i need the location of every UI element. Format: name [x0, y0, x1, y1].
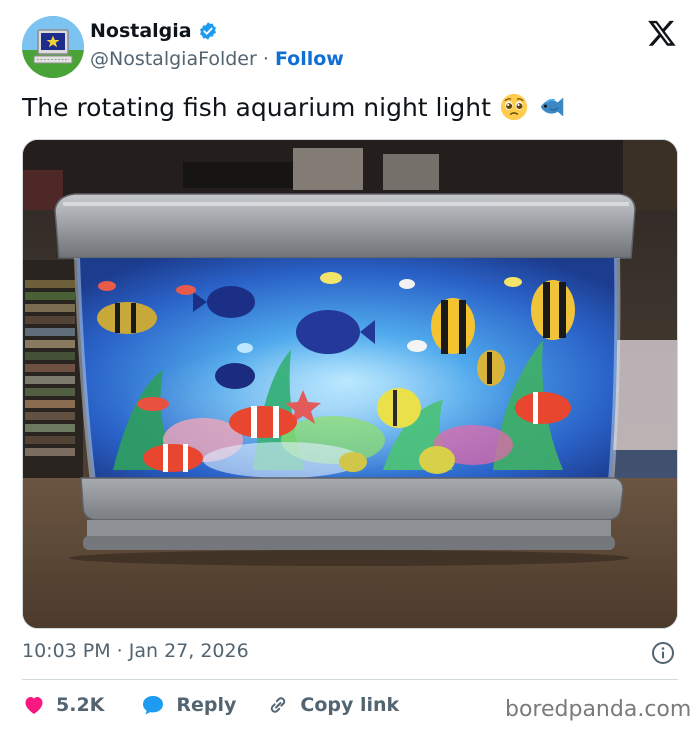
reply-button[interactable]: Reply — [140, 693, 236, 717]
retro-computer-avatar-icon — [22, 16, 84, 78]
fish-emoji-icon — [540, 97, 564, 117]
heart-icon — [25, 697, 43, 714]
separator-dot: · — [262, 48, 269, 70]
link-icon — [271, 697, 286, 713]
aquarium-photo-image — [23, 140, 677, 628]
verified-badge-icon — [199, 22, 216, 40]
like-button[interactable]: 5.2K — [22, 693, 104, 717]
avatar[interactable] — [22, 16, 84, 78]
tweet-text-content: The rotating fish aquarium night light — [22, 92, 491, 122]
author-handle[interactable]: @NostalgiaFolder — [90, 48, 257, 70]
author-name[interactable]: Nostalgia — [90, 20, 218, 42]
copy-link-button[interactable]: Copy link — [266, 693, 399, 717]
pleading-face-emoji-icon — [500, 93, 528, 121]
tweet-timestamp[interactable]: 10:03 PM · Jan 27, 2026 — [22, 640, 249, 662]
tweet-media[interactable] — [22, 139, 678, 629]
author-name-text: Nostalgia — [90, 20, 192, 42]
reply-bubble-icon — [143, 696, 164, 715]
tweet-card: Nostalgia @NostalgiaFolder · Follow The … — [0, 0, 700, 732]
x-logo-icon[interactable] — [647, 18, 677, 48]
divider — [22, 679, 678, 680]
info-icon[interactable] — [651, 641, 675, 665]
reply-label: Reply — [176, 694, 237, 716]
boredpanda-watermark: boredpanda.com — [505, 697, 692, 722]
copy-link-label: Copy link — [300, 694, 400, 716]
like-count: 5.2K — [56, 694, 105, 716]
tweet-actions: 5.2K Reply Copy link — [22, 690, 399, 720]
follow-button[interactable]: Follow — [275, 48, 344, 70]
handle-line: @NostalgiaFolder · Follow — [90, 48, 344, 70]
tweet-text: The rotating fish aquarium night light — [22, 92, 567, 122]
